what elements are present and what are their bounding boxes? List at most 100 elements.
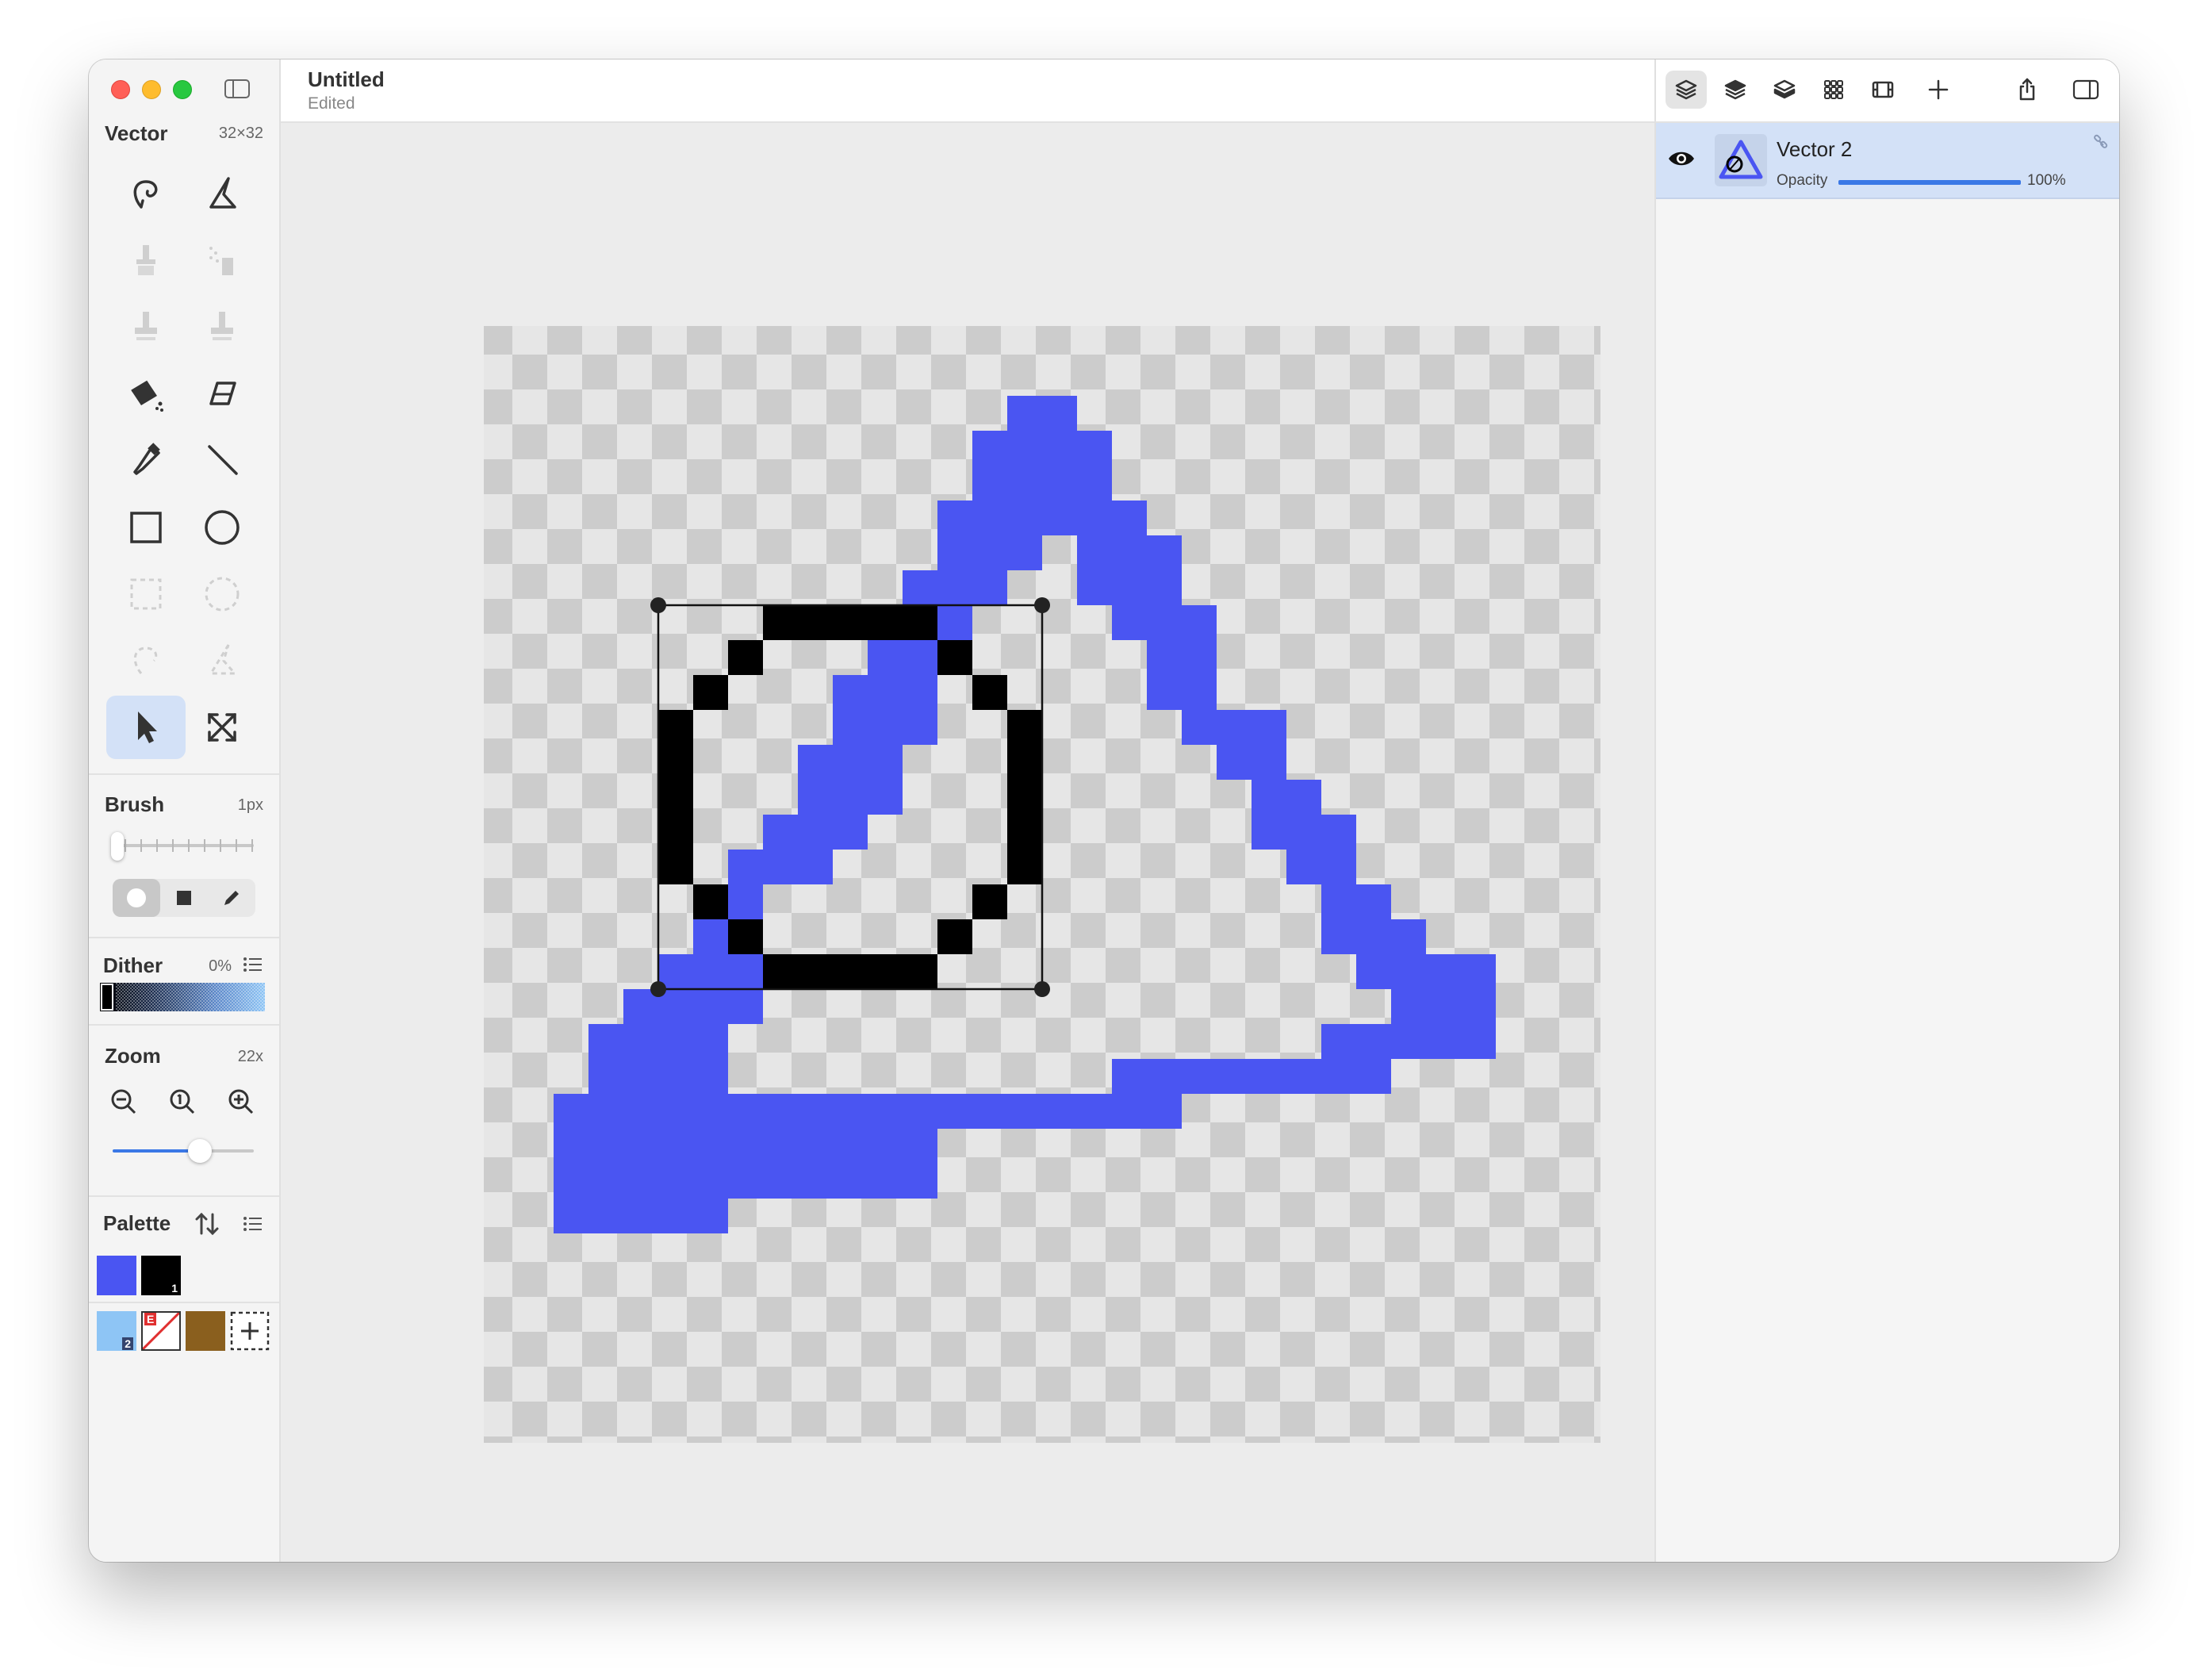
dither-title: Dither [103,953,163,977]
spray-icon [182,229,262,293]
bucket-icon[interactable] [106,362,186,426]
blue-pixel-run [1077,570,1182,605]
layers-alt-icon[interactable] [1715,71,1756,109]
zoom-out-icon[interactable] [109,1087,138,1120]
canvas-viewport[interactable] [281,123,1654,1562]
palette-swatch[interactable] [97,1256,136,1295]
blue-pixel-run [763,815,868,850]
palette-swatch[interactable] [186,1311,225,1351]
black-pixel [658,815,693,850]
blue-pixel-run [1321,919,1426,954]
line-icon[interactable] [182,429,262,493]
pencil-brush-button[interactable] [208,879,255,917]
layer-thumbnail [1715,134,1767,186]
black-pixel [937,919,972,954]
blue-pixel-run [623,989,763,1024]
square-brush-button[interactable] [160,879,208,917]
sort-icon[interactable] [194,1211,220,1241]
pointer-icon[interactable] [106,696,186,759]
blue-pixel-run [1182,710,1286,745]
zoom-value: 22x [237,1048,263,1065]
selection-handle[interactable] [650,597,666,613]
title-bar: Untitled Edited [281,59,1654,123]
grid-icon[interactable] [1813,71,1854,109]
blue-pixel-run [972,466,1112,501]
add-layer-icon[interactable] [1918,71,1959,109]
blue-pixel-run [972,431,1112,466]
document-title: Untitled [308,67,385,91]
sidebar-right-icon[interactable] [2065,71,2106,109]
blue-pixel-run [798,745,903,780]
zoom-in-icon[interactable] [227,1087,255,1120]
zoom-slider-knob[interactable] [188,1139,213,1163]
blue-pixel-run [1147,640,1217,675]
pen-icon[interactable] [182,163,262,226]
minimize-window-button[interactable] [142,80,161,99]
layers-panel: Vector 2 Opacity 100% [1654,59,2119,1562]
layer-row[interactable]: Vector 2 Opacity 100% [1656,123,2119,199]
palette-swatch-erase[interactable]: E [141,1311,181,1351]
main-area: Untitled Edited [281,59,1654,1562]
eyedropper-icon[interactable] [106,429,186,493]
ellipse-icon[interactable] [182,496,262,559]
share-icon[interactable] [2007,71,2048,109]
selection-handle[interactable] [1034,597,1050,613]
pixel-canvas[interactable] [281,123,1654,1562]
blue-pixel-run [554,1094,1182,1129]
palette-swatch[interactable]: 1 [141,1256,181,1295]
canvas-size-label: 32×32 [218,125,263,142]
divider [89,1302,279,1303]
black-pixel [763,605,798,640]
layers-icon[interactable] [1666,71,1707,109]
black-pixel [693,884,728,919]
dither-options-icon[interactable] [243,956,263,977]
divider [89,937,279,938]
black-pixel [1007,745,1042,780]
blue-pixel-run [1007,396,1077,431]
sidebar-toggle-icon[interactable] [224,79,251,99]
layers-stack-icon[interactable] [1764,71,1805,109]
add-swatch-button[interactable] [230,1311,270,1351]
blue-pixel-run [1217,745,1286,780]
close-window-button[interactable] [111,80,130,99]
black-pixel [658,850,693,884]
zoom-actual-size-icon[interactable] [168,1087,197,1120]
selection-handle[interactable] [650,981,666,997]
lasso-pen-icon[interactable] [106,163,186,226]
blue-pixel-run [588,1059,728,1094]
blue-pixel-run [1147,675,1217,710]
rectangle-icon[interactable] [106,496,186,559]
tools-title: Vector [105,121,168,145]
black-pixel [1007,815,1042,850]
black-pixel [972,675,1007,710]
blue-pixel-run [554,1164,937,1199]
palette-options-icon[interactable] [243,1215,263,1237]
black-pixel [903,954,937,989]
round-brush-button[interactable] [113,879,160,917]
document-status: Edited [308,94,355,113]
tools-sidebar: Vector 32×32 Brush 1px Dither 0% Zoom 22… [89,59,281,1562]
blue-pixel-run [833,710,937,745]
blue-pixel-run [1252,815,1356,850]
eraser-icon[interactable] [182,362,262,426]
transform-icon[interactable] [182,696,262,759]
brush-title: Brush [105,792,165,816]
blue-pixel-run [937,501,1147,535]
black-pixel [728,919,763,954]
black-pixel [972,884,1007,919]
zoom-window-button[interactable] [173,80,192,99]
blue-pixel-run [1321,884,1391,919]
film-icon[interactable] [1862,71,1903,109]
link-icon[interactable] [2092,134,2110,155]
blue-pixel-run [833,675,937,710]
black-pixel [693,675,728,710]
layer-name: Vector 2 [1777,137,1853,161]
palette-swatch[interactable]: 2 [97,1311,136,1351]
blue-pixel-run [728,850,833,884]
swatch-index: 2 [122,1337,133,1350]
selection-handle[interactable] [1034,981,1050,997]
eye-visibility-icon[interactable] [1667,148,1696,173]
zoom-slider-fill [113,1149,201,1153]
dither-pattern-bar[interactable] [100,983,265,1011]
brush-size-knob[interactable] [111,832,124,861]
